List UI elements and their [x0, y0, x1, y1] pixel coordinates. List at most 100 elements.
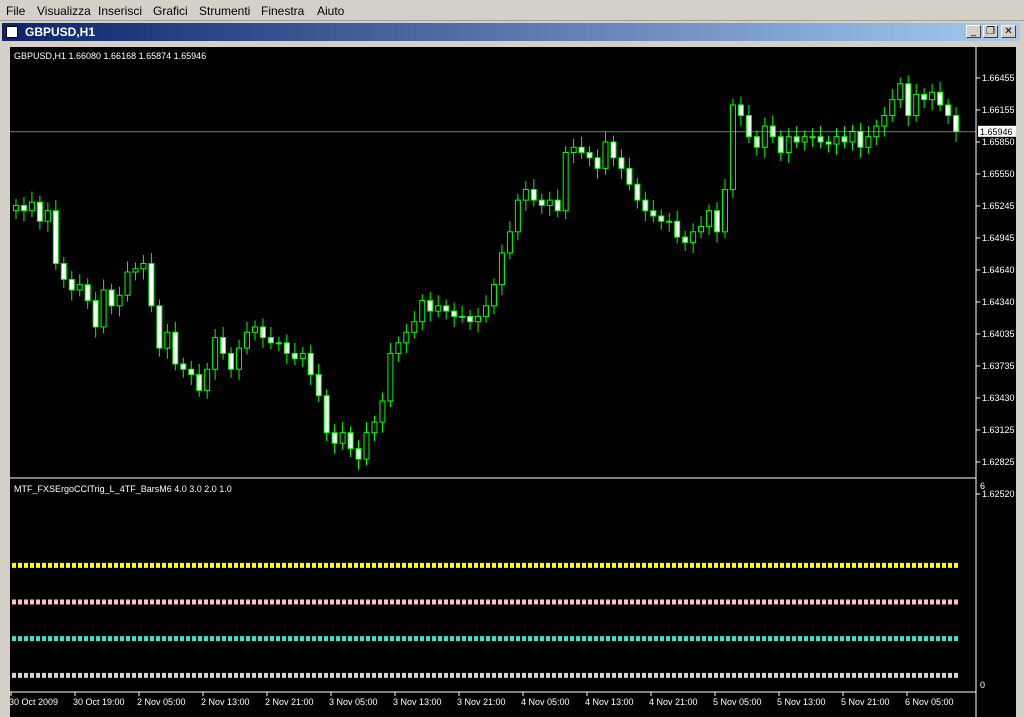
candle-body	[562, 152, 569, 212]
indicator-scale-bottom: 0	[980, 680, 985, 690]
candle-body	[347, 432, 354, 450]
indicator-label: MTF_FXSErgoCCITrig_L_4TF_BarsM6 4.0 3.0 …	[14, 484, 232, 494]
candle-body	[156, 305, 163, 349]
candle-body	[761, 125, 768, 148]
time-tick-label: 3 Nov 21:00	[457, 697, 506, 707]
candle-body	[706, 210, 713, 228]
candle-body	[937, 91, 944, 106]
time-axis: 30 Oct 2009 30 Oct 19:00 2 Nov 05:00 2 Nov …	[10, 692, 954, 707]
candle-body	[674, 220, 681, 238]
restore-button[interactable]: ❐	[983, 25, 998, 38]
candle-body	[522, 189, 529, 201]
candle-body	[546, 199, 553, 206]
candle-body	[721, 189, 728, 233]
price-tick-label: 1.65550	[982, 169, 1015, 179]
time-tick-label: 5 Nov 05:00	[713, 697, 762, 707]
candle-body	[307, 352, 314, 376]
candle-body	[84, 284, 91, 302]
menu-finestra[interactable]: Finestra	[261, 4, 304, 18]
candle-body	[642, 199, 649, 212]
price-tick-label: 1.64640	[982, 265, 1015, 275]
candle-body	[690, 231, 697, 243]
candle-body	[578, 146, 585, 154]
price-tick-label: 1.64340	[982, 297, 1015, 307]
price-tick-label: 1.63735	[982, 361, 1015, 371]
time-tick-label: 6 Nov 05:00	[905, 697, 954, 707]
time-tick-label: 30 Oct 2009	[10, 697, 58, 707]
price-tick-label: 1.64945	[982, 233, 1015, 243]
menu-visualizza[interactable]: Visualizza	[37, 4, 91, 18]
candle-body	[251, 326, 258, 333]
candle-body	[626, 167, 633, 185]
window-titlebar[interactable]: GBPUSD,H1 _ ❐ ✕	[2, 23, 1020, 41]
candle-body	[467, 315, 474, 323]
close-button[interactable]: ✕	[1001, 25, 1016, 38]
candle-body	[315, 374, 322, 397]
candle-body	[212, 337, 219, 370]
candle-body	[514, 199, 521, 233]
candle-body	[379, 400, 386, 423]
candle-body	[825, 141, 832, 145]
candle-body	[116, 294, 123, 307]
candle-body	[36, 201, 43, 222]
candle-body	[387, 352, 394, 402]
candle-body	[881, 115, 888, 127]
price-chart[interactable]: GBPUSD,H1 1.66080 1.66168 1.65874 1.6594…	[10, 47, 1016, 717]
candle-body	[100, 289, 107, 328]
candle-body	[785, 136, 792, 154]
price-tick-label: 1.63125	[982, 425, 1015, 435]
time-tick-label: 5 Nov 21:00	[841, 697, 890, 707]
candle-body	[140, 263, 147, 270]
candle-body	[355, 448, 362, 460]
candle-body	[777, 136, 784, 154]
chart-window-icon	[6, 26, 18, 38]
candle-body	[275, 342, 282, 345]
price-tick-label: 1.64035	[982, 329, 1015, 339]
candle-body	[857, 130, 864, 148]
candle-body	[435, 305, 442, 312]
candle-body	[12, 204, 19, 212]
menu-bar: File Visualizza Inserisci Grafici Strume…	[0, 0, 1024, 21]
menu-grafici[interactable]: Grafici	[153, 4, 188, 18]
candle-body	[945, 104, 952, 117]
candle-body	[259, 326, 266, 339]
price-tick-label: 1.65245	[982, 201, 1015, 211]
candle-body	[586, 152, 593, 159]
chart-area[interactable]: GBPUSD,H1 1.66080 1.66168 1.65874 1.6594…	[10, 47, 1016, 717]
chart-info-text: GBPUSD,H1 1.66080 1.66168 1.65874 1.6594…	[14, 51, 206, 61]
candle-body	[68, 278, 75, 291]
candles-layer	[12, 75, 960, 470]
candle-body	[849, 130, 856, 143]
time-tick-label: 3 Nov 05:00	[329, 697, 378, 707]
menu-strumenti[interactable]: Strumenti	[199, 4, 250, 18]
candle-body	[889, 99, 896, 117]
time-tick-label: 4 Nov 21:00	[649, 697, 698, 707]
candle-body	[650, 210, 657, 217]
menu-file[interactable]: File	[6, 4, 25, 18]
candle-body	[124, 271, 131, 296]
candle-body	[817, 136, 824, 143]
candle-body	[483, 305, 489, 317]
candle-body	[682, 236, 689, 243]
candle-body	[793, 136, 800, 143]
indicator-lines-layer	[12, 562, 958, 678]
candle-body	[267, 337, 274, 344]
price-tick-label: 1.62825	[982, 457, 1015, 467]
candle-body	[44, 210, 51, 222]
candle-body	[929, 91, 936, 101]
candle-body	[331, 432, 338, 444]
candle-body	[164, 331, 171, 349]
candle-body	[865, 136, 872, 148]
menu-aiuto[interactable]: Aiuto	[317, 4, 344, 18]
candle-body	[76, 284, 83, 291]
candle-body	[745, 115, 752, 138]
price-tick-label: 1.62520	[982, 489, 1015, 499]
candle-body	[602, 141, 609, 169]
candle-body	[618, 157, 625, 169]
time-tick-label: 4 Nov 05:00	[521, 697, 570, 707]
candle-body	[180, 363, 187, 370]
menu-inserisci[interactable]: Inserisci	[98, 4, 142, 18]
window-title: GBPUSD,H1	[25, 25, 96, 39]
minimize-button[interactable]: _	[966, 25, 981, 38]
candle-body	[801, 136, 808, 143]
